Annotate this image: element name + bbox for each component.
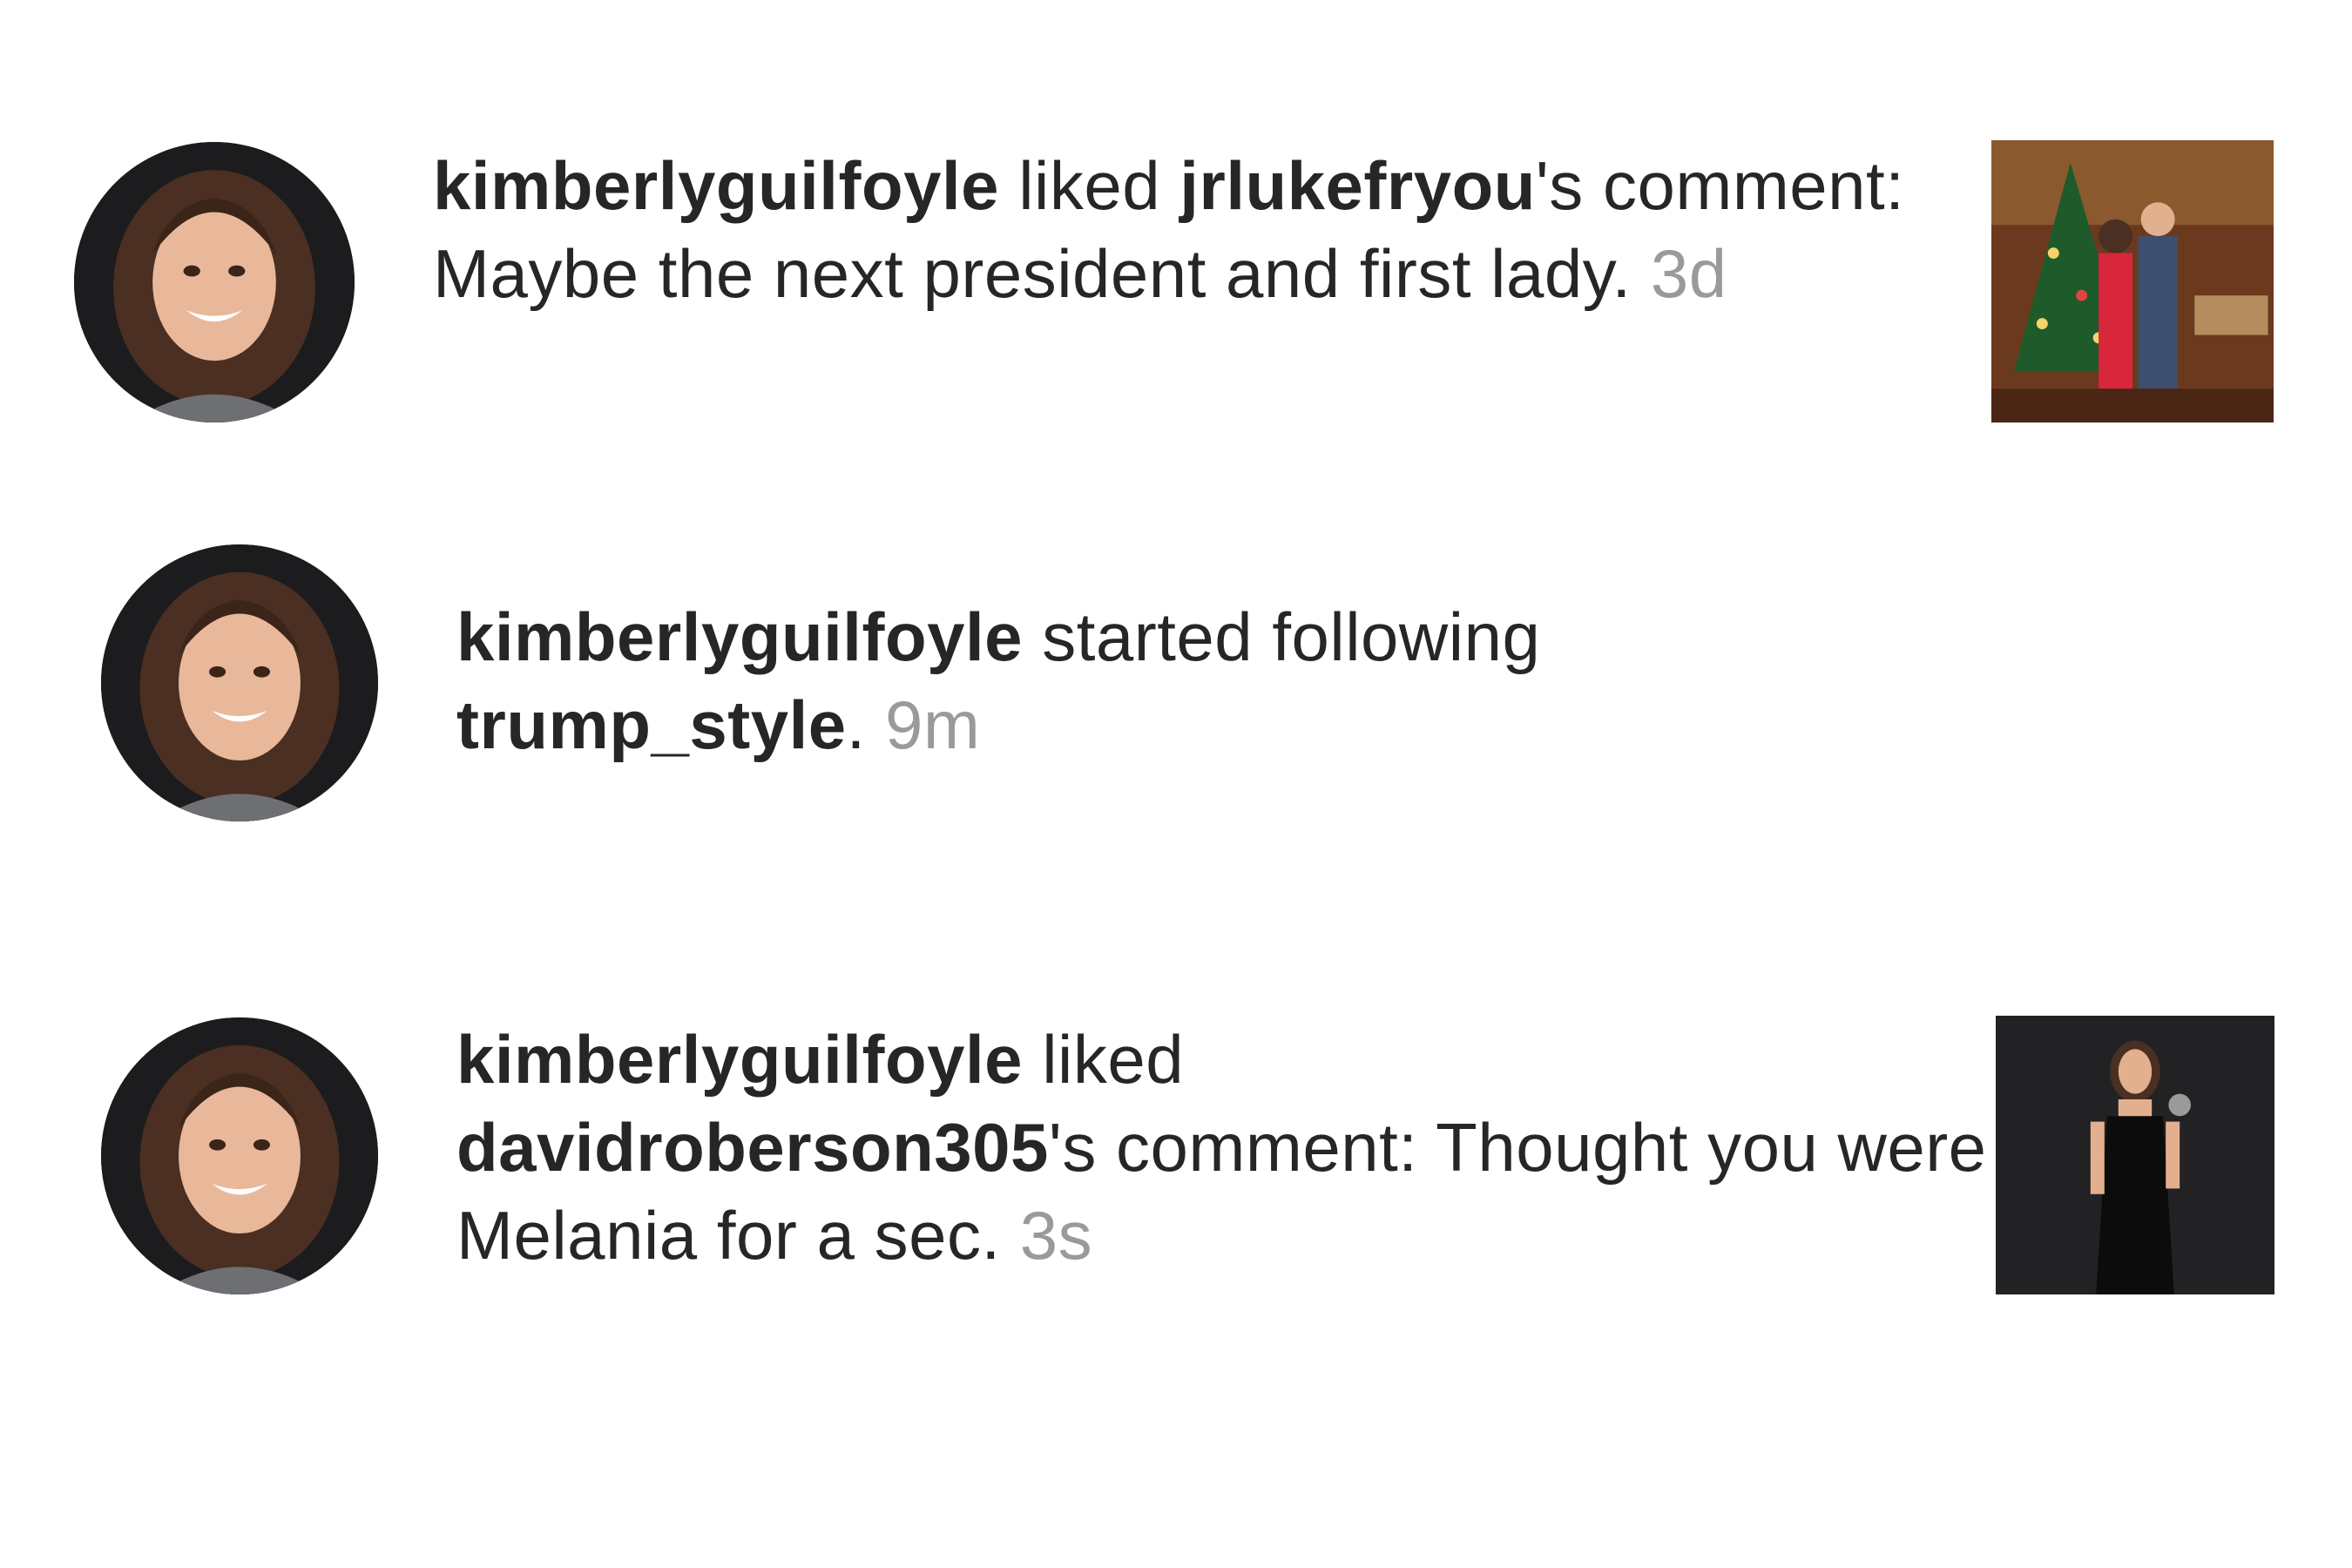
action-text: started following bbox=[1023, 598, 1541, 675]
profile-photo-icon bbox=[101, 544, 378, 821]
post-thumbnail[interactable] bbox=[1991, 140, 2274, 422]
suffix-text: . bbox=[846, 686, 866, 763]
action-text: liked bbox=[1023, 1021, 1185, 1098]
avatar[interactable] bbox=[74, 142, 355, 422]
username-link[interactable]: kimberlyguilfoyle bbox=[456, 598, 1023, 675]
avatar[interactable] bbox=[101, 1017, 378, 1294]
profile-photo-icon bbox=[101, 1017, 378, 1294]
post-photo-black-dress-icon bbox=[1996, 1016, 2274, 1294]
username-link[interactable]: kimberlyguilfoyle bbox=[456, 1021, 1023, 1098]
timestamp: 3d bbox=[1650, 235, 1727, 312]
target-user-link[interactable]: trump_style bbox=[456, 686, 847, 763]
timestamp: 3s bbox=[1019, 1197, 1093, 1274]
activity-feed: kimberlyguilfoyle liked jrlukefryou's co… bbox=[0, 0, 2352, 1568]
target-user-link[interactable]: jrlukefryou bbox=[1179, 147, 1536, 224]
profile-photo-icon bbox=[74, 142, 355, 422]
notification-text: kimberlyguilfoyle liked davidroberson305… bbox=[456, 1016, 1990, 1280]
avatar[interactable] bbox=[101, 544, 378, 821]
post-photo-christmas-tree-icon bbox=[1991, 140, 2274, 422]
notification-text: kimberlyguilfoyle liked jrlukefryou's co… bbox=[433, 142, 1914, 318]
action-text: liked bbox=[999, 147, 1180, 224]
target-user-link[interactable]: davidroberson305 bbox=[456, 1109, 1049, 1186]
timestamp: 9m bbox=[884, 686, 981, 763]
post-thumbnail[interactable] bbox=[1996, 1016, 2274, 1294]
notification-text: kimberlyguilfoyle started following trum… bbox=[456, 593, 1937, 769]
username-link[interactable]: kimberlyguilfoyle bbox=[433, 147, 999, 224]
